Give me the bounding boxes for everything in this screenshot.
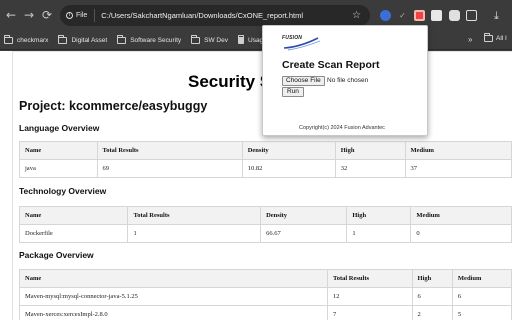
- folder-icon: [58, 34, 68, 44]
- browser-toolbar: ← → ⟳ i File C:/Users/SakchartNgamluan/D…: [0, 0, 512, 31]
- logo-swoosh-icon: [283, 37, 321, 51]
- table-cell: 7: [326, 305, 413, 320]
- column-header: Medium: [404, 141, 512, 160]
- bookmark-label: Software Security: [130, 36, 182, 44]
- table-cell: 10.82: [241, 159, 336, 178]
- back-arrow-icon[interactable]: ←: [2, 6, 20, 24]
- extension-popup: FUSION Create Scan Report Choose File No…: [262, 25, 428, 136]
- column-header: Name: [18, 206, 129, 225]
- all-bookmarks-label: All I: [496, 35, 507, 42]
- table-cell: Maven-xerces:xercesImpl-2.8.0: [19, 305, 328, 320]
- bookmark-label: Digital Asset: [71, 36, 108, 44]
- page-icon: [238, 34, 244, 44]
- column-header: High: [411, 269, 453, 288]
- popup-title: Create Scan Report: [282, 59, 380, 71]
- folder-icon: [191, 34, 201, 44]
- address-bar[interactable]: i File C:/Users/SakchartNgamluan/Downloa…: [60, 5, 370, 26]
- table-cell: 32: [334, 159, 406, 178]
- table-row: Maven-xerces:xercesImpl-2.8.0 7 2 5: [19, 305, 512, 320]
- extension-pin-icon[interactable]: ✓: [397, 10, 408, 21]
- bookmark-star-icon[interactable]: ☆: [352, 10, 361, 21]
- info-icon: i: [66, 12, 73, 19]
- run-button[interactable]: Run: [282, 87, 304, 97]
- project-heading: Project: kcommerce/easybuggy: [19, 99, 208, 113]
- package-overview-table: Name Total Results High Medium Maven-mys…: [19, 269, 512, 320]
- forward-arrow-icon[interactable]: →: [20, 6, 38, 24]
- language-overview-heading: Language Overview: [19, 123, 100, 133]
- column-header: High: [334, 141, 406, 160]
- column-header: Total Results: [127, 206, 262, 225]
- bookmark-label: checkmarx: [17, 36, 49, 44]
- table-cell: 6: [451, 287, 512, 306]
- table-header-row: Name Total Results Density High Medium: [18, 206, 512, 225]
- copyright-text: Copyright(c) 2024 Fusion Advantec: [299, 125, 385, 131]
- folder-icon: [484, 33, 493, 42]
- extension-fusion-icon[interactable]: [414, 10, 425, 21]
- bookmarks-bar: checkmarx Digital Asset Software Securit…: [0, 31, 512, 50]
- extension-blue-icon[interactable]: [380, 10, 391, 21]
- table-cell: 6: [411, 287, 453, 306]
- download-icon[interactable]: ⤓: [494, 9, 499, 23]
- bookmark-label: SW Dev: [204, 36, 228, 44]
- file-scheme-chip[interactable]: i File: [66, 9, 96, 22]
- technology-overview-table: Name Total Results Density High Medium D…: [18, 206, 512, 243]
- column-header: Name: [19, 141, 98, 160]
- all-bookmarks[interactable]: All I: [484, 33, 507, 42]
- table-row: Maven-mysql:mysql-connector-java-5.1.25 …: [19, 287, 512, 306]
- bookmarks-more-chevron[interactable]: »: [468, 35, 472, 44]
- language-overview-table: Name Total Results Density High Medium j…: [19, 141, 512, 178]
- column-header: Total Results: [96, 141, 243, 160]
- table-cell: Dockerfile: [18, 224, 129, 243]
- bookmark-digital-asset[interactable]: Digital Asset: [58, 34, 108, 44]
- file-status-text: No file chosen: [327, 77, 369, 84]
- table-cell: 1: [127, 224, 262, 243]
- column-header: High: [346, 206, 412, 225]
- bookmark-sw-dev[interactable]: SW Dev: [191, 34, 228, 44]
- table-cell: 5: [451, 305, 512, 320]
- column-header: Total Results: [326, 269, 413, 288]
- bookmark-checkmarx[interactable]: checkmarx: [4, 34, 49, 44]
- file-scheme-label: File: [76, 12, 88, 19]
- reload-icon[interactable]: ⟳: [38, 6, 56, 24]
- table-cell: Maven-mysql:mysql-connector-java-5.1.25: [19, 287, 328, 306]
- column-header: Density: [260, 206, 348, 225]
- column-header: Medium: [451, 269, 512, 288]
- table-cell: 12: [326, 287, 413, 306]
- page-viewport: Security S Project: kcommerce/easybuggy …: [0, 51, 512, 320]
- choose-file-button[interactable]: Choose File: [282, 76, 325, 86]
- fusion-logo: FUSION: [282, 35, 322, 51]
- table-cell: 1: [346, 224, 412, 243]
- column-header: Name: [19, 269, 328, 288]
- folder-icon: [4, 34, 13, 44]
- column-header: Medium: [410, 206, 512, 225]
- folder-icon: [117, 34, 127, 44]
- table-cell: java: [19, 159, 98, 178]
- table-header-row: Name Total Results High Medium: [19, 269, 512, 288]
- table-cell: 37: [404, 159, 512, 178]
- table-cell: 0: [410, 224, 512, 243]
- table-cell: 66.67: [260, 224, 348, 243]
- package-overview-heading: Package Overview: [19, 250, 94, 260]
- extension-translate-icon[interactable]: [431, 10, 442, 21]
- extensions-puzzle-icon[interactable]: [466, 10, 477, 21]
- bookmark-software-security[interactable]: Software Security: [117, 34, 182, 44]
- technology-overview-heading: Technology Overview: [19, 186, 107, 196]
- table-row: Dockerfile 1 66.67 1 0: [18, 224, 512, 243]
- report-title: Security S: [188, 72, 272, 91]
- extension-chat-icon[interactable]: [449, 10, 460, 21]
- column-header: Density: [241, 141, 336, 160]
- url-text[interactable]: C:/Users/SakchartNgamluan/Downloads/CxON…: [101, 11, 303, 20]
- table-header-row: Name Total Results Density High Medium: [19, 141, 512, 160]
- table-cell: 69: [96, 159, 243, 178]
- table-cell: 2: [411, 305, 453, 320]
- table-row: java 69 10.82 32 37: [19, 159, 512, 178]
